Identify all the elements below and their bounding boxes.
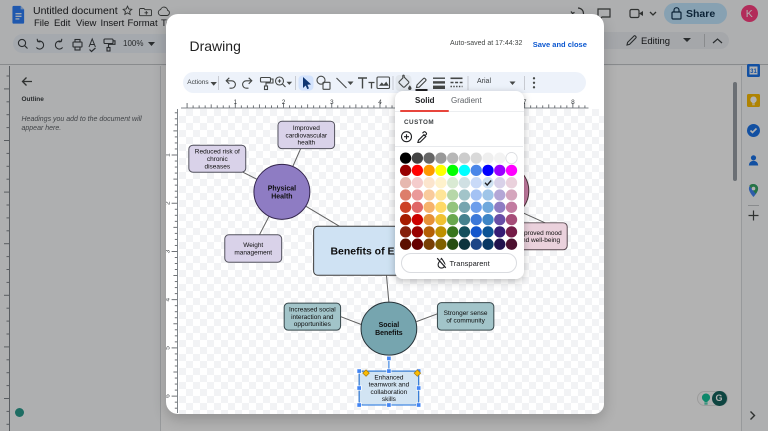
svg-text:4: 4 — [166, 298, 171, 302]
svg-text:Improved: Improved — [292, 125, 319, 132]
svg-text:Reduced risk of: Reduced risk of — [194, 149, 239, 156]
svg-text:3: 3 — [330, 99, 334, 106]
svg-text:teamwork and: teamwork and — [368, 382, 409, 389]
svg-text:Weight: Weight — [243, 242, 263, 249]
svg-text:Health: Health — [271, 193, 292, 200]
svg-text:Increased social: Increased social — [288, 307, 335, 314]
svg-text:8: 8 — [571, 99, 575, 106]
svg-text:and well-being: and well-being — [518, 237, 560, 244]
svg-text:6: 6 — [166, 394, 171, 398]
svg-text:cardiovascular: cardiovascular — [285, 132, 328, 139]
svg-text:health: health — [297, 140, 315, 147]
svg-text:of community: of community — [446, 317, 485, 324]
svg-text:Social: Social — [378, 322, 399, 329]
svg-text:3: 3 — [166, 249, 171, 253]
svg-text:skills: skills — [381, 396, 395, 403]
svg-text:2: 2 — [166, 201, 171, 205]
svg-text:Benefits: Benefits — [375, 330, 403, 337]
svg-text:diseases: diseases — [204, 163, 230, 170]
svg-text:chronic: chronic — [206, 156, 228, 163]
svg-text:5: 5 — [166, 346, 171, 350]
svg-text:4: 4 — [378, 99, 382, 106]
svg-text:1: 1 — [166, 153, 171, 157]
svg-text:Physical: Physical — [267, 185, 295, 192]
svg-text:1: 1 — [233, 99, 237, 106]
svg-text:collaboration: collaboration — [370, 389, 407, 396]
svg-text:opportunities: opportunities — [293, 321, 330, 328]
svg-text:Enhanced: Enhanced — [374, 374, 404, 381]
svg-text:Stronger sense: Stronger sense — [443, 310, 487, 317]
svg-text:2: 2 — [282, 99, 286, 106]
svg-text:management: management — [234, 249, 272, 256]
svg-text:interaction and: interaction and — [291, 314, 334, 321]
